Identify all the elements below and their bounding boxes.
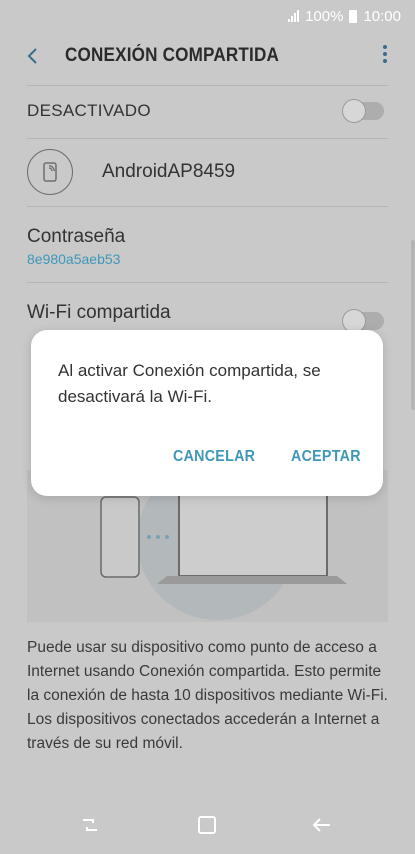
navigation-bar: [0, 796, 415, 854]
hotspot-toggle[interactable]: [342, 99, 384, 123]
app-bar: CONEXIÓN COMPARTIDA: [0, 32, 415, 80]
cancel-button[interactable]: CANCELAR: [173, 448, 255, 466]
clock: 10:00: [363, 7, 401, 25]
dialog-message: Al activar Conexión compartida, se desac…: [58, 361, 321, 406]
hotspot-description: Puede usar su dispositivo como punto de …: [27, 639, 388, 752]
hotspot-device-icon: [43, 162, 57, 182]
home-icon: [198, 816, 216, 834]
divider: [27, 282, 388, 283]
password-label[interactable]: Contraseña: [27, 226, 125, 248]
back-arrow-icon: [312, 818, 330, 832]
back-nav-button[interactable]: [309, 812, 335, 838]
battery-percent: 100%: [305, 7, 344, 25]
accept-button[interactable]: ACEPTAR: [291, 448, 361, 466]
toggle-knob: [342, 99, 366, 123]
network-name[interactable]: AndroidAP8459: [102, 161, 235, 183]
divider: [27, 138, 388, 139]
divider: [27, 85, 388, 86]
wifi-warning-dialog: Al activar Conexión compartida, se desac…: [31, 330, 383, 496]
scroll-indicator: [411, 240, 415, 410]
more-vert-icon: [383, 45, 387, 49]
wifi-shared-label: Wi-Fi compartida: [27, 302, 171, 323]
password-value: 8e980a5aeb53: [27, 251, 121, 267]
recents-button[interactable]: [77, 812, 103, 838]
home-button[interactable]: [194, 812, 220, 838]
wifi-shared-toggle[interactable]: [342, 309, 384, 333]
more-options-button[interactable]: [381, 45, 389, 67]
back-button[interactable]: [20, 42, 48, 70]
status-bar: 100% 10:00: [0, 0, 415, 32]
battery-icon: [349, 9, 358, 23]
chevron-left-icon: [27, 48, 37, 64]
recents-icon: [83, 819, 97, 831]
hotspot-state-label: DESACTIVADO: [27, 101, 151, 120]
signal-icon: [288, 10, 300, 22]
divider: [27, 206, 388, 207]
page-title: CONEXIÓN COMPARTIDA: [65, 45, 280, 66]
network-name-row-icon: [27, 149, 73, 195]
